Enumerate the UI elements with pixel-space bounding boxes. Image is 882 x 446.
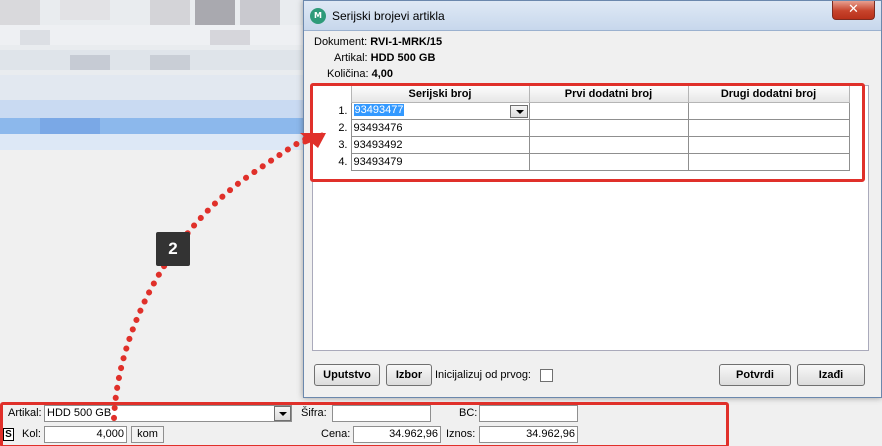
annotation-arrow — [111, 132, 326, 421]
dotted-arrow-path — [111, 135, 310, 421]
step-number-badge: 2 — [156, 232, 190, 266]
